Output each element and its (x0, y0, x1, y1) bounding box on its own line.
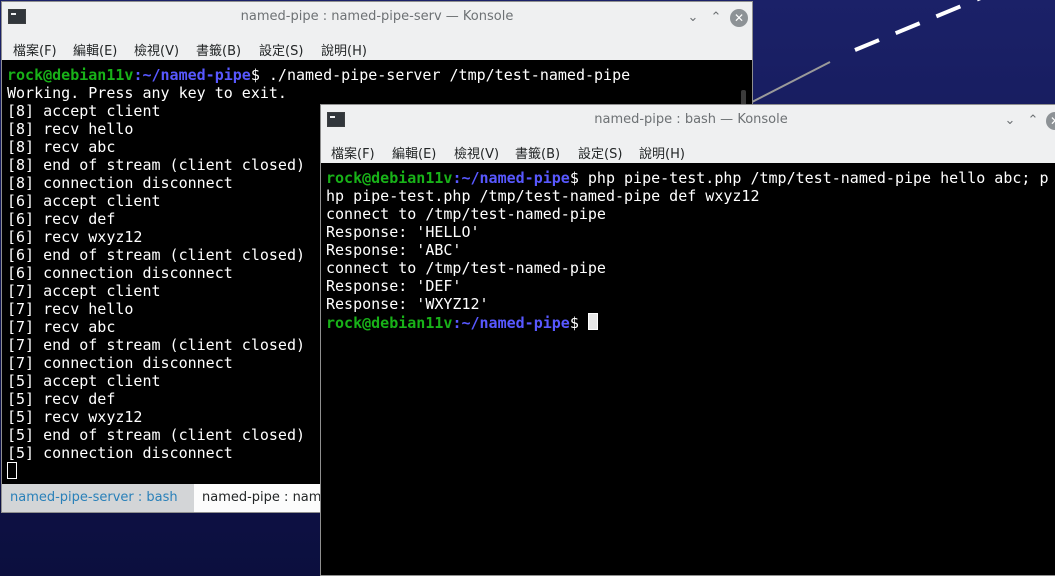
menu-settings[interactable]: 設定(S) (259, 40, 303, 59)
menu-help[interactable]: 說明(H) (639, 143, 685, 162)
menu-view[interactable]: 檢視(V) (134, 40, 179, 59)
prompt-line: rock@debian11v:~/named-pipe$ (326, 313, 1048, 332)
menu-help[interactable]: 說明(H) (321, 40, 367, 59)
command-wrap: hp pipe-test.php /tmp/test-named-pipe de… (326, 187, 760, 205)
prompt-user: rock@debian11v (326, 314, 453, 332)
output-line: Response: 'ABC' (326, 241, 462, 259)
menu-settings[interactable]: 設定(S) (578, 143, 622, 162)
prompt-sign: $ (569, 169, 579, 187)
konsole-window-bash[interactable]: named-pipe : bash — Konsole ⌄ ⌃ ✕ 檔案(F) … (320, 104, 1055, 576)
close-icon[interactable]: ✕ (1046, 112, 1055, 130)
window-title: named-pipe : bash — Konsole (594, 112, 788, 127)
command-text: php pipe-test.php /tmp/test-named-pipe h… (578, 169, 1049, 187)
menubar: 檔案(F) 編輯(E) 檢視(V) 書籤(B) 設定(S) 說明(H) (321, 136, 1055, 163)
window-title: named-pipe : named-pipe-serv — Konsole (240, 9, 514, 24)
text-cursor (587, 313, 598, 330)
maximize-chevron-icon[interactable]: ⌃ (1024, 112, 1042, 130)
output-line: Response: 'WXYZ12' (326, 295, 489, 313)
menubar: 檔案(F) 編輯(E) 檢視(V) 書籤(B) 設定(S) 說明(H) (2, 33, 752, 60)
prompt-path: :~/named-pipe (452, 169, 570, 187)
output-line: Response: 'HELLO' (326, 223, 480, 241)
prompt-path: :~/named-pipe (133, 66, 251, 84)
terminal-area[interactable]: rock@debian11v:~/named-pipe$ php pipe-te… (321, 163, 1055, 575)
menu-file[interactable]: 檔案(F) (331, 143, 375, 162)
maximize-chevron-icon[interactable]: ⌃ (707, 9, 725, 27)
command-line: rock@debian11v:~/named-pipe$ php pipe-te… (326, 169, 1048, 187)
prompt-user: rock@debian11v (7, 66, 134, 84)
output-line: Working. Press any key to exit. (7, 84, 287, 102)
minimize-chevron-icon[interactable]: ⌄ (684, 9, 702, 27)
output-line: connect to /tmp/test-named-pipe (326, 259, 606, 277)
titlebar[interactable]: named-pipe : named-pipe-serv — Konsole ⌄… (2, 2, 752, 33)
tab-named-pipe-server[interactable]: named-pipe-server : bash✕ (2, 484, 195, 512)
minimize-chevron-icon[interactable]: ⌄ (1001, 112, 1019, 130)
output-line: connect to /tmp/test-named-pipe (326, 205, 606, 223)
menu-edit[interactable]: 編輯(E) (392, 143, 436, 162)
text-cursor (7, 462, 17, 479)
menu-view[interactable]: 檢視(V) (454, 143, 499, 162)
menu-edit[interactable]: 編輯(E) (73, 40, 117, 59)
output-line: Response: 'DEF' (326, 277, 462, 295)
command-text: ./named-pipe-server /tmp/test-named-pipe (259, 66, 631, 84)
prompt-user: rock@debian11v (326, 169, 453, 187)
titlebar[interactable]: named-pipe : bash — Konsole ⌄ ⌃ ✕ (321, 105, 1055, 136)
tab-label: named-pipe-server : bash (10, 490, 178, 505)
menu-bookmarks[interactable]: 書籤(B) (196, 40, 241, 59)
prompt-path: :~/named-pipe (452, 314, 570, 332)
menu-file[interactable]: 檔案(F) (13, 40, 57, 59)
menu-bookmarks[interactable]: 書籤(B) (515, 143, 560, 162)
close-icon[interactable]: ✕ (730, 9, 748, 27)
prompt-sign: $ (250, 66, 260, 84)
command-line: rock@debian11v:~/named-pipe$ ./named-pip… (7, 66, 630, 84)
prompt-sign: $ (569, 314, 588, 332)
